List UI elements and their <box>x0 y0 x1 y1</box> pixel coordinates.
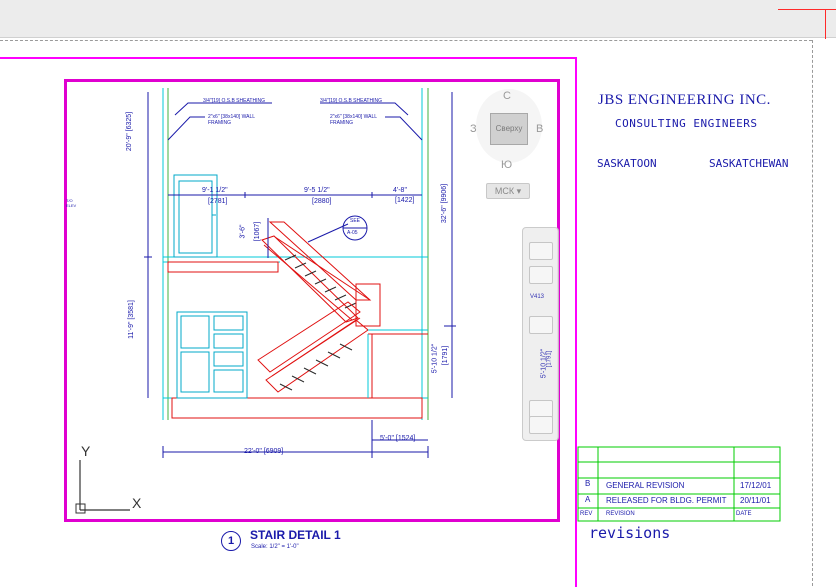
sheathing-label-right: 3/4"[19] O.S.B SHEATHING <box>320 98 382 104</box>
dim-landing: 3'-6" <box>239 224 247 239</box>
viewcube-west[interactable]: З <box>470 123 477 135</box>
ucs-icon: Y X <box>75 444 142 514</box>
viewcube-south[interactable]: Ю <box>501 159 512 171</box>
navigation-bar[interactable]: V413 5'-10 1/2" [1791] <box>522 227 559 441</box>
dim-top-mid-mm: [2880] <box>312 198 332 205</box>
rev-row-a-date: 20/11/01 <box>740 496 771 505</box>
rev-header-desc: REVISION <box>606 511 635 517</box>
rev-row-a-desc: RELEASED FOR BLDG. PERMIT <box>606 496 727 505</box>
rev-row-b-letter: B <box>585 479 591 488</box>
dim-top-left: 9'-1 1/2" <box>202 187 228 194</box>
pan-icon[interactable] <box>529 266 553 284</box>
wcs-dropdown[interactable]: МСК ▾ <box>486 183 530 199</box>
viewcube[interactable]: С З В Ю Сверху МСК ▾ <box>470 85 548 205</box>
callout-bottom: A-05 <box>347 230 358 236</box>
rev-header-rev: REV <box>580 511 593 517</box>
dim-bottom: 22'-0" [6909] <box>244 448 284 455</box>
dim-vert-mid: 11'-9" [3581] <box>127 300 135 339</box>
company-city: SASKATOON <box>597 157 657 170</box>
chevron-down-icon: ▾ <box>516 186 522 196</box>
viewcube-top-face[interactable]: Сверху <box>490 113 528 145</box>
steering-wheel-icon[interactable] <box>529 242 553 260</box>
rev-header-date: DATE <box>736 511 752 517</box>
company-subtitle: CONSULTING ENGINEERS <box>615 117 758 130</box>
company-name: JBS ENGINEERING INC. <box>598 92 771 108</box>
nav-overlay-label: V413 <box>530 294 545 300</box>
ucs-y-label: Y <box>81 444 91 459</box>
dim-top-right: 4'-8" <box>393 187 407 194</box>
revisions-label: revisions <box>589 524 671 542</box>
dim-right-lower: 5'-10 1/2" <box>431 343 439 374</box>
elevation-label: T/O ELEV <box>66 198 77 208</box>
dim-top-mid: 9'-5 1/2" <box>304 187 330 194</box>
dim-vert-top: 20'-9" [6325] <box>126 111 134 152</box>
revision-table: B GENERAL REVISION 17/12/01 A RELEASED F… <box>578 447 780 521</box>
showmotion-icon[interactable] <box>529 416 553 434</box>
wcs-label: МСК <box>494 186 515 196</box>
dim-top-left-mm: [2781] <box>208 198 228 205</box>
rev-row-a-letter: A <box>585 495 591 504</box>
detail-title: STAIR DETAIL 1 <box>250 528 341 542</box>
sheathing-label-left: 3/4"[19] O.S.B SHEATHING <box>203 98 265 104</box>
detail-number: 1 <box>221 531 241 551</box>
nav-dim-text-mm: [1791] <box>546 350 553 368</box>
framing-label-right: 2"x6" [38x140] WALL FRAMING <box>330 114 377 126</box>
framing-label-left: 2"x6" [38x140] WALL FRAMING <box>208 114 255 126</box>
detail-scale: Scale: 1/2" = 1'-0" <box>251 544 299 550</box>
viewcube-east[interactable]: В <box>536 123 543 135</box>
dim-bottom-right: 5'-0" [1524] <box>380 435 416 442</box>
dim-vert-right: 32'-6" [9906] <box>441 183 449 224</box>
company-province: SASKATCHEWAN <box>709 157 789 170</box>
viewcube-north[interactable]: С <box>503 90 511 102</box>
dim-landing-mm: [1067] <box>254 221 262 242</box>
rev-row-b-date: 17/12/01 <box>740 481 772 490</box>
rev-row-b-desc: GENERAL REVISION <box>606 481 685 490</box>
zoom-extents-icon[interactable] <box>529 316 553 334</box>
dim-top-right-mm: [1422] <box>395 197 415 204</box>
ucs-x-label: X <box>132 495 142 511</box>
dim-right-lower-mm: [1791] <box>442 345 450 366</box>
callout-top: SEE <box>350 218 361 224</box>
